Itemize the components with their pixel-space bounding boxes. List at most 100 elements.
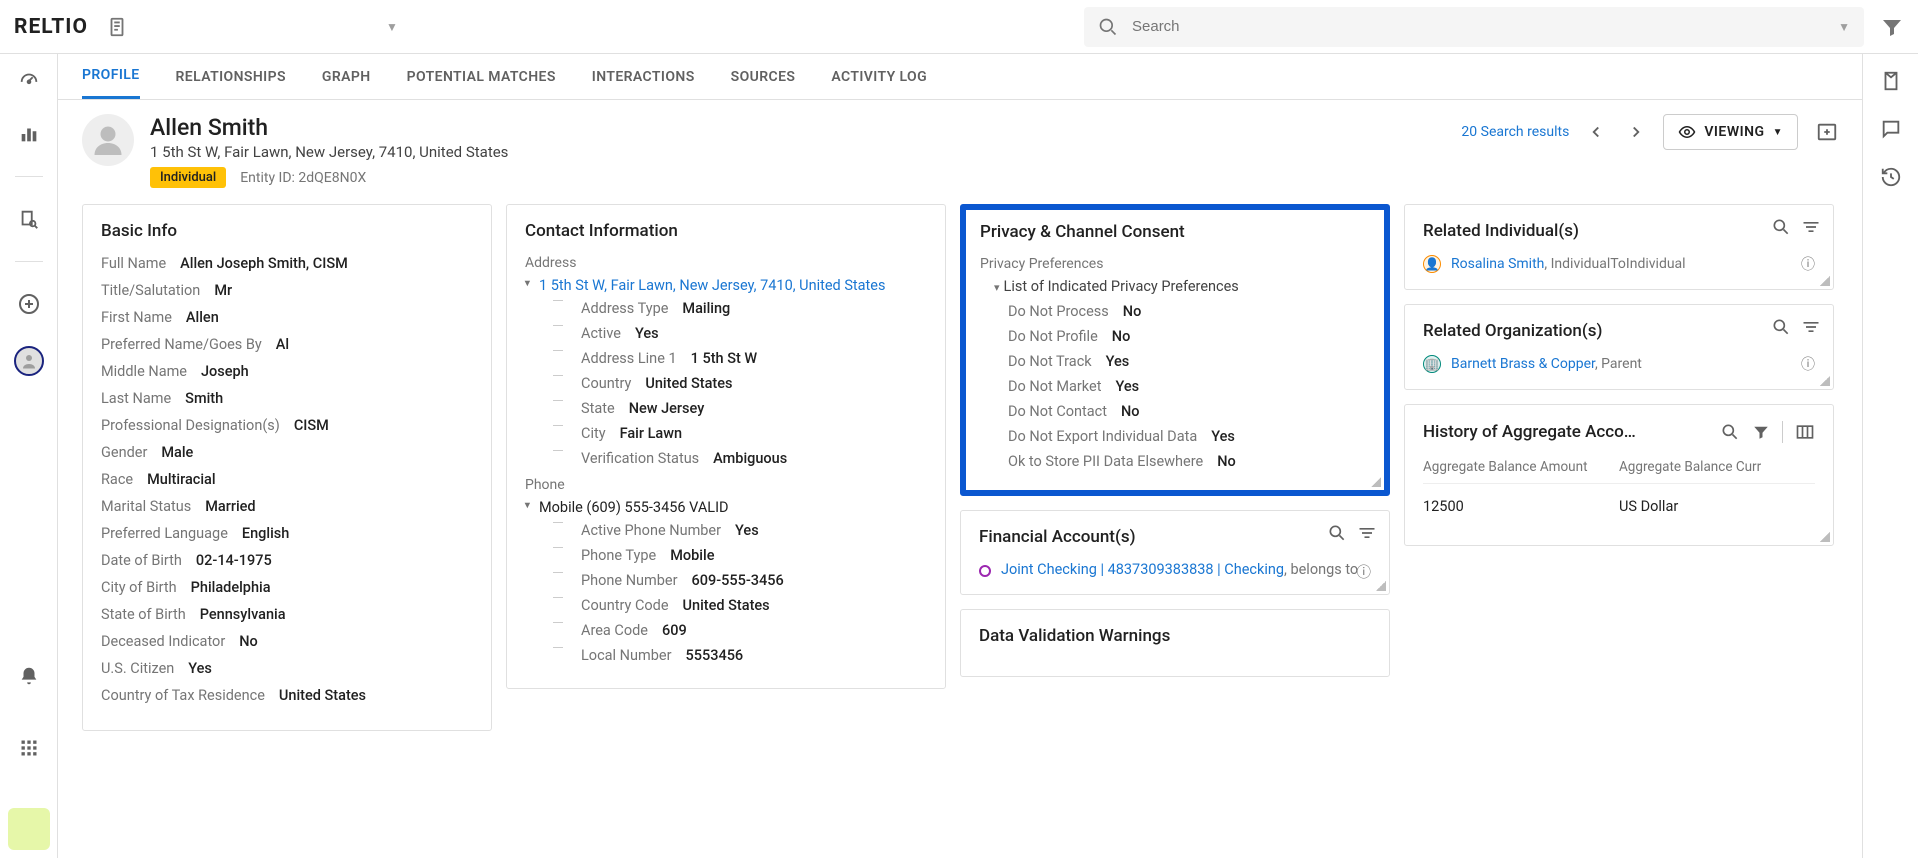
field-value: Allen bbox=[186, 309, 219, 326]
search-icon[interactable] bbox=[1771, 317, 1791, 337]
basic-info-card: Basic Info Full NameAllen Joseph Smith, … bbox=[82, 204, 492, 731]
card-title: Related Individual(s) bbox=[1423, 221, 1815, 241]
next-result-icon[interactable] bbox=[1623, 119, 1649, 145]
search-input[interactable] bbox=[1132, 18, 1824, 35]
field-label: City of Birth bbox=[101, 579, 177, 596]
entity-id: Entity ID: 2dQE8N0X bbox=[240, 170, 366, 186]
history-icon[interactable] bbox=[1880, 166, 1902, 188]
search-icon[interactable] bbox=[1720, 422, 1740, 442]
field-row: Do Not MarketYes bbox=[1008, 378, 1370, 395]
table-row[interactable]: 12500 US Dollar bbox=[1423, 484, 1815, 529]
help-widget[interactable] bbox=[8, 808, 50, 850]
tab-graph[interactable]: GRAPH bbox=[322, 54, 371, 99]
search-results-link[interactable]: 20 Search results bbox=[1461, 124, 1569, 140]
tab-potential-matches[interactable]: POTENTIAL MATCHES bbox=[407, 54, 556, 99]
field-label: Gender bbox=[101, 444, 147, 461]
filter-list-icon[interactable] bbox=[1801, 217, 1821, 237]
related-individual-link[interactable]: Rosalina Smith bbox=[1451, 256, 1544, 272]
card-title: Related Organization(s) bbox=[1423, 321, 1815, 341]
caret-down-icon: ▼ bbox=[1773, 127, 1783, 138]
cell-currency: US Dollar bbox=[1619, 498, 1815, 515]
field-label: Phone Number bbox=[581, 572, 678, 589]
contact-info-card: Contact Information Address 1 5th St W, … bbox=[506, 204, 946, 689]
current-user-avatar[interactable] bbox=[14, 346, 44, 376]
field-row: First NameAllen bbox=[101, 309, 473, 326]
field-value: Mr bbox=[214, 282, 232, 299]
columns-icon[interactable] bbox=[1795, 422, 1815, 442]
history-aggregate-card: History of Aggregate Acco… Aggregate Bal… bbox=[1404, 404, 1834, 546]
bookmark-icon[interactable] bbox=[1880, 70, 1902, 92]
filter-list-icon[interactable] bbox=[1801, 317, 1821, 337]
prev-result-icon[interactable] bbox=[1583, 119, 1609, 145]
phone-link[interactable]: Mobile (609) 555-3456 VALID bbox=[539, 499, 927, 516]
info-icon[interactable]: ⓘ bbox=[1357, 561, 1372, 582]
field-value: Multiracial bbox=[147, 471, 215, 488]
financial-account-link[interactable]: Joint Checking | 4837309383838 | Checkin… bbox=[1001, 561, 1284, 578]
tab-profile[interactable]: PROFILE bbox=[82, 54, 140, 99]
field-row: GenderMale bbox=[101, 444, 473, 461]
field-label: Country bbox=[581, 375, 631, 392]
bell-icon[interactable] bbox=[17, 664, 41, 688]
field-value: No bbox=[1112, 328, 1131, 345]
field-value: Ambiguous bbox=[713, 450, 787, 467]
card-title: Financial Account(s) bbox=[979, 527, 1371, 547]
clipboard-icon[interactable] bbox=[106, 16, 128, 38]
field-label: U.S. Citizen bbox=[101, 660, 174, 677]
viewing-mode-button[interactable]: VIEWING ▼ bbox=[1663, 114, 1798, 150]
search-icon[interactable] bbox=[1771, 217, 1791, 237]
funnel-icon[interactable] bbox=[1752, 423, 1770, 441]
field-row: Preferred Name/Goes ByAl bbox=[101, 336, 473, 353]
profile-address: 1 5th St W, Fair Lawn, New Jersey, 7410,… bbox=[150, 143, 1445, 161]
filter-icon[interactable] bbox=[1880, 15, 1904, 39]
bar-chart-icon[interactable] bbox=[17, 122, 41, 146]
account-type-icon bbox=[979, 565, 991, 577]
field-label: Do Not Market bbox=[1008, 378, 1101, 395]
chat-icon[interactable] bbox=[1880, 118, 1902, 140]
field-label: Phone Type bbox=[581, 547, 656, 564]
tab-sources[interactable]: SOURCES bbox=[731, 54, 796, 99]
search-icon bbox=[1098, 17, 1118, 37]
right-rail bbox=[1862, 54, 1918, 858]
field-value: United States bbox=[645, 375, 732, 392]
field-value: Pennsylvania bbox=[200, 606, 286, 623]
card-title: Data Validation Warnings bbox=[979, 626, 1371, 646]
info-icon[interactable]: ⓘ bbox=[1801, 354, 1815, 374]
book-search-icon[interactable] bbox=[17, 207, 41, 231]
context-dropdown-icon[interactable]: ▼ bbox=[386, 20, 398, 34]
tab-activity-log[interactable]: ACTIVITY LOG bbox=[831, 54, 927, 99]
privacy-list-header[interactable]: ▾List of Indicated Privacy Preferences bbox=[994, 278, 1370, 295]
related-organization-link[interactable]: Barnett Brass & Copper bbox=[1451, 356, 1595, 372]
field-label: City bbox=[581, 425, 606, 442]
search-icon[interactable] bbox=[1327, 523, 1347, 543]
address-link[interactable]: 1 5th St W, Fair Lawn, New Jersey, 7410,… bbox=[539, 277, 927, 294]
gauge-icon[interactable] bbox=[17, 68, 41, 92]
field-row: Country United States bbox=[553, 375, 927, 392]
search-dropdown-icon[interactable]: ▼ bbox=[1838, 20, 1850, 34]
field-row: Date of Birth02-14-1975 bbox=[101, 552, 473, 569]
field-value: No bbox=[1217, 453, 1236, 470]
field-value: Fair Lawn bbox=[620, 425, 682, 442]
field-value: English bbox=[242, 525, 289, 542]
search-box[interactable]: ▼ bbox=[1084, 7, 1864, 47]
filter-list-icon[interactable] bbox=[1357, 523, 1377, 543]
field-row: Professional Designation(s)CISM bbox=[101, 417, 473, 434]
field-row: Active Phone NumberYes bbox=[553, 522, 927, 539]
tab-relationships[interactable]: RELATIONSHIPS bbox=[176, 54, 286, 99]
field-row: Full NameAllen Joseph Smith, CISM bbox=[101, 255, 473, 272]
add-panel-icon[interactable] bbox=[1816, 121, 1838, 143]
field-row: City of BirthPhiladelphia bbox=[101, 579, 473, 596]
plus-circle-icon[interactable] bbox=[17, 292, 41, 316]
field-row: Do Not ProfileNo bbox=[1008, 328, 1370, 345]
field-value: 609-555-3456 bbox=[692, 572, 784, 589]
field-value: Mobile bbox=[670, 547, 714, 564]
tab-interactions[interactable]: INTERACTIONS bbox=[592, 54, 695, 99]
info-icon[interactable]: ⓘ bbox=[1801, 254, 1815, 274]
apps-grid-icon[interactable] bbox=[17, 736, 41, 760]
field-label: Ok to Store PII Data Elsewhere bbox=[1008, 453, 1203, 470]
field-value: 609 bbox=[662, 622, 687, 639]
field-label: Professional Designation(s) bbox=[101, 417, 280, 434]
financial-accounts-card: Financial Account(s) Joint Checking | 48… bbox=[960, 510, 1390, 595]
field-value: Yes bbox=[635, 325, 659, 342]
field-label: Last Name bbox=[101, 390, 171, 407]
field-value: No bbox=[239, 633, 258, 650]
